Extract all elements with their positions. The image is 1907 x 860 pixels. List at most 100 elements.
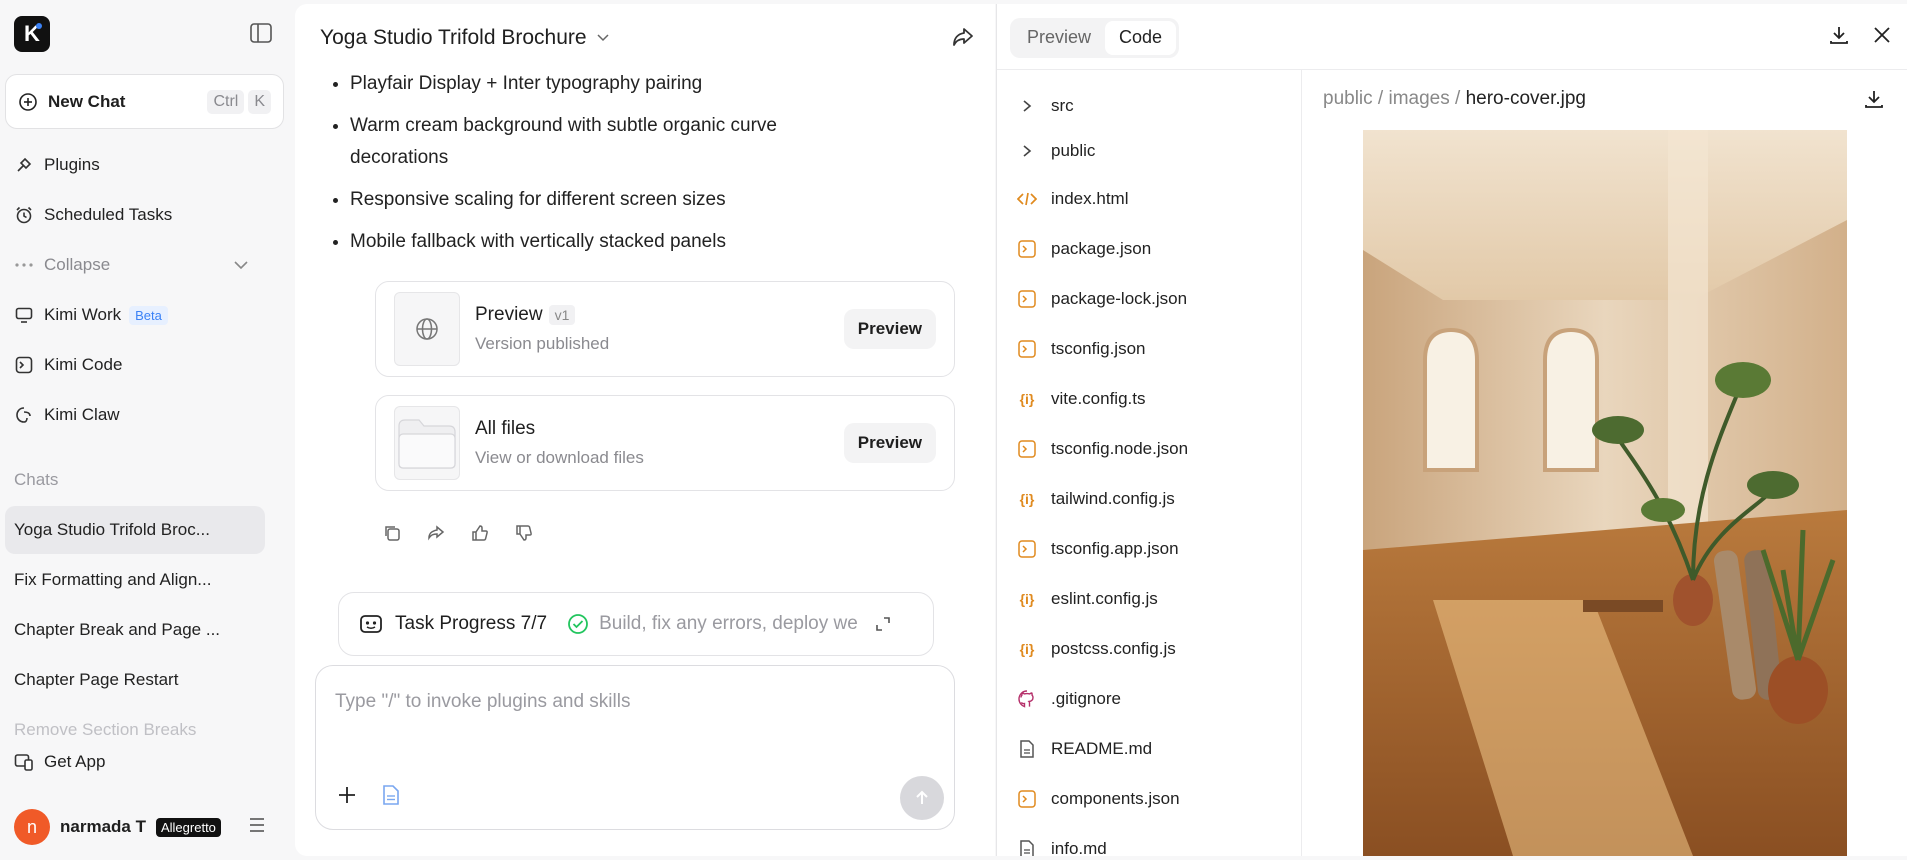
shortcut-key: K — [248, 89, 271, 114]
document-icon[interactable] — [382, 784, 402, 806]
sidebar-item-label: Kimi Claw — [44, 405, 120, 424]
json-file-icon — [1017, 539, 1037, 559]
new-chat-label: New Chat — [48, 91, 126, 111]
sidebar-item-label: Kimi Work — [44, 305, 122, 324]
plus-icon[interactable] — [336, 784, 358, 806]
file-name: tsconfig.app.json — [1051, 539, 1179, 558]
share-icon[interactable] — [950, 24, 976, 50]
copy-icon[interactable] — [383, 524, 403, 544]
globe-icon — [394, 292, 460, 366]
breadcrumb-segment[interactable]: public — [1323, 88, 1373, 109]
file-name: src — [1051, 96, 1074, 115]
code-panel: Preview Code src public index.html packa… — [996, 4, 1907, 856]
file-tree-folder[interactable]: src — [1017, 92, 1074, 120]
version-badge: v1 — [548, 305, 576, 325]
file-tree-item[interactable]: README.md — [1017, 735, 1152, 763]
git-icon — [1017, 689, 1037, 709]
file-tree-item[interactable]: info.md — [1017, 835, 1107, 856]
list-item: Playfair Display + Inter typography pair… — [350, 68, 870, 100]
tab-preview[interactable]: Preview — [1013, 21, 1105, 55]
page-title: Yoga Studio Trifold Brochure — [320, 26, 587, 49]
sidebar-item-scheduled-tasks[interactable]: Scheduled Tasks — [14, 201, 172, 229]
download-icon[interactable] — [1863, 88, 1885, 110]
document-icon — [1017, 839, 1037, 856]
sidebar-item-label: Collapse — [44, 255, 111, 274]
chat-history-item[interactable]: Fix Formatting and Align... — [5, 556, 265, 604]
file-tree-item[interactable]: tsconfig.json — [1017, 335, 1146, 363]
breadcrumb-current: hero-cover.jpg — [1465, 88, 1586, 109]
chat-panel: Yoga Studio Trifold Brochure Playfair Di… — [295, 4, 995, 856]
sidebar-item-label: Plugins — [44, 155, 100, 174]
arrow-up-icon — [916, 790, 928, 804]
thumbs-up-icon[interactable] — [471, 524, 491, 544]
file-tree-item[interactable]: index.html — [1017, 185, 1128, 213]
chat-title-dropdown[interactable]: Yoga Studio Trifold Brochure — [320, 26, 609, 50]
chat-history-item[interactable]: Remove Section Breaks — [5, 706, 265, 736]
file-name: README.md — [1051, 739, 1153, 758]
file-name: eslint.config.js — [1051, 589, 1158, 608]
file-tree-item[interactable]: .gitignore — [1017, 685, 1121, 713]
card-title: All files — [475, 418, 536, 439]
braces-file-icon: {i} — [1019, 491, 1035, 507]
braces-file-icon: {i} — [1019, 591, 1035, 607]
file-tree-folder[interactable]: public — [1017, 137, 1095, 165]
new-chat-button[interactable]: New Chat Ctrl K — [5, 74, 284, 129]
plug-icon — [14, 155, 34, 175]
sidebar-item-kimi-code[interactable]: Kimi Code — [14, 351, 122, 379]
file-name: .gitignore — [1051, 689, 1121, 708]
user-profile[interactable]: n narmada T Allegretto — [14, 809, 221, 845]
message-actions — [383, 524, 535, 544]
sidebar: K New Chat Ctrl K Plugins Scheduled Task… — [0, 0, 295, 860]
chat-history-item[interactable]: Yoga Studio Trifold Broc... — [5, 506, 265, 554]
username: narmada T — [60, 817, 146, 836]
chat-history-item[interactable]: Chapter Page Restart — [5, 656, 265, 704]
send-button[interactable] — [900, 776, 944, 820]
file-tree-item[interactable]: {i} tailwind.config.js — [1017, 485, 1175, 513]
list-item: Warm cream background with subtle organi… — [350, 110, 870, 174]
get-app-button[interactable]: Get App — [14, 752, 105, 772]
sidebar-item-kimi-work[interactable]: Kimi Work Beta — [14, 301, 168, 329]
breadcrumb-segment[interactable]: images — [1389, 88, 1450, 109]
sidebar-item-kimi-claw[interactable]: Kimi Claw — [14, 401, 120, 429]
file-name: tsconfig.json — [1051, 339, 1146, 358]
claw-icon — [14, 405, 34, 425]
chevron-right-icon — [1017, 141, 1037, 161]
close-icon[interactable] — [1871, 24, 1895, 48]
share-icon[interactable] — [427, 524, 447, 544]
composer-input[interactable]: Type "/" to invoke plugins and skills — [335, 691, 630, 713]
expand-icon[interactable] — [875, 616, 891, 632]
card-subtitle: View or download files — [475, 448, 644, 467]
sidebar-item-plugins[interactable]: Plugins — [14, 151, 100, 179]
menu-icon[interactable] — [248, 817, 268, 833]
preview-button[interactable]: Preview — [843, 423, 936, 463]
task-progress-detail: Build, fix any errors, deploy we — [599, 613, 858, 634]
json-file-icon — [1017, 239, 1037, 259]
file-tree-item[interactable]: {i} vite.config.ts — [1017, 385, 1146, 413]
file-tree-item[interactable]: tsconfig.node.json — [1017, 435, 1188, 463]
all-files-card[interactable]: All files View or download files Preview — [375, 395, 955, 491]
file-tree-item[interactable]: {i} postcss.config.js — [1017, 635, 1176, 663]
message-composer[interactable]: Type "/" to invoke plugins and skills — [315, 665, 955, 830]
file-tree-item[interactable]: package.json — [1017, 235, 1151, 263]
file-name: postcss.config.js — [1051, 639, 1176, 658]
chat-history-item[interactable]: Chapter Break and Page ... — [5, 606, 265, 654]
task-progress[interactable]: Task Progress 7/7 Build, fix any errors,… — [338, 592, 934, 656]
plan-badge: Allegretto — [155, 817, 221, 837]
file-tree-item[interactable]: package-lock.json — [1017, 285, 1187, 313]
kimi-logo[interactable]: K — [14, 16, 50, 52]
download-icon[interactable] — [1828, 24, 1852, 48]
sidebar-item-collapse[interactable]: Collapse — [14, 251, 249, 279]
file-name: tailwind.config.js — [1051, 489, 1175, 508]
preview-button[interactable]: Preview — [843, 309, 936, 349]
get-app-label: Get App — [44, 752, 106, 771]
preview-card[interactable]: Preview v1 Version published Preview — [375, 281, 955, 377]
task-progress-label: Task Progress 7/7 — [395, 613, 548, 634]
sidebar-toggle-icon[interactable] — [250, 23, 272, 43]
device-icon — [14, 753, 34, 771]
file-tree-item[interactable]: tsconfig.app.json — [1017, 535, 1179, 563]
file-tree-item[interactable]: components.json — [1017, 785, 1180, 813]
file-tree-item[interactable]: {i} eslint.config.js — [1017, 585, 1158, 613]
tab-code[interactable]: Code — [1105, 21, 1177, 55]
thumbs-down-icon[interactable] — [515, 524, 535, 544]
avatar: n — [14, 809, 50, 845]
